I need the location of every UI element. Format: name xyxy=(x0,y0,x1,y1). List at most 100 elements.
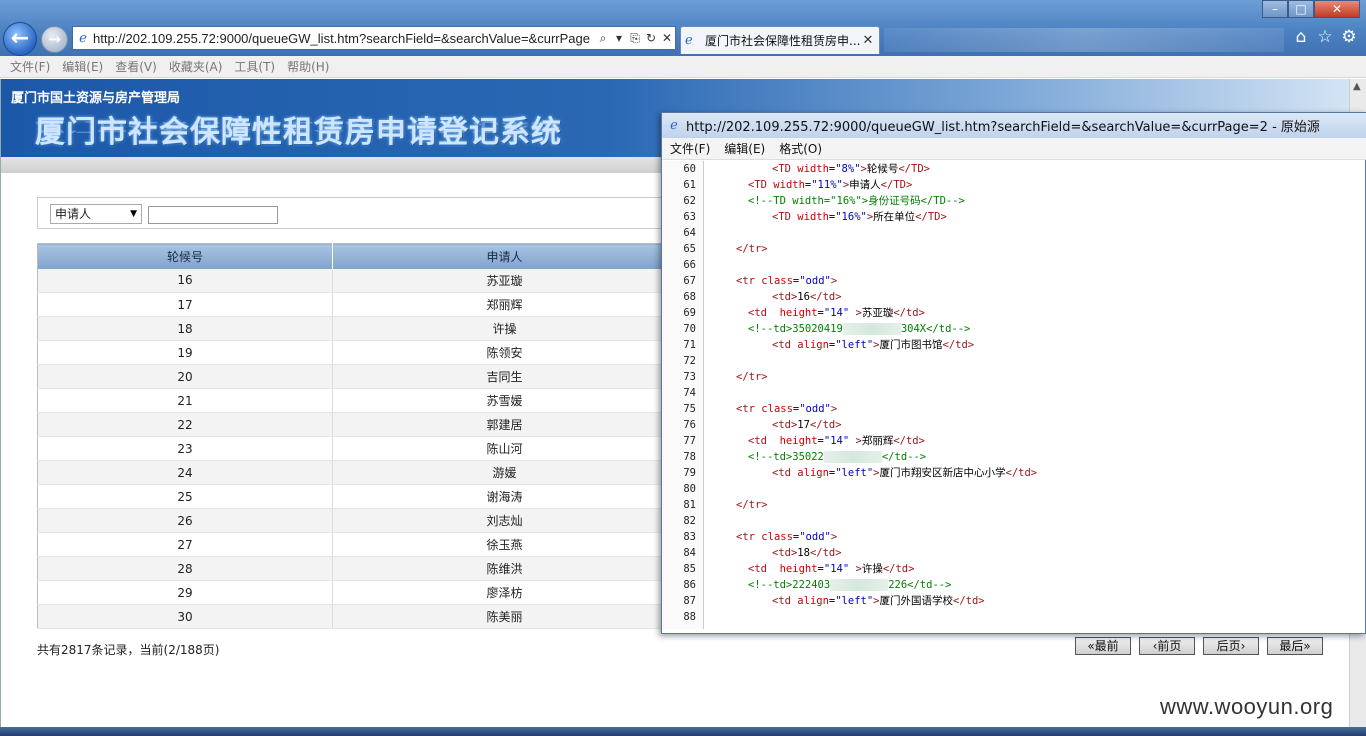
dropdown-arrow-icon[interactable]: ▾ xyxy=(611,31,627,45)
source-menu-format[interactable]: 格式(O) xyxy=(779,140,836,157)
cell-queue-number: 24 xyxy=(37,460,333,485)
code-token: </td> xyxy=(882,563,915,575)
code-token: "8%" xyxy=(835,163,861,175)
cell-queue-number: 17 xyxy=(37,292,333,317)
code-token: "left" xyxy=(835,467,874,479)
code-token: <!--td>35020419 xyxy=(748,323,843,335)
cell-applicant: 廖泽枋 xyxy=(332,580,677,605)
scroll-up-icon[interactable]: ▲ xyxy=(1353,81,1361,92)
table-row: 21 苏雪媛 xyxy=(37,388,677,413)
code-token: 厦门市翔安区新店中心小学 xyxy=(879,467,1006,479)
code-token: align xyxy=(797,467,829,479)
source-window-titlebar[interactable]: ℯ http://202.109.255.72:9000/queueGW_lis… xyxy=(662,113,1366,138)
back-button[interactable]: ← xyxy=(3,22,37,56)
line-number: 60 xyxy=(683,163,696,175)
next-page-button[interactable]: 后页› xyxy=(1203,637,1259,655)
line-number: 75 xyxy=(683,403,696,415)
code-token: <TD xyxy=(772,211,798,223)
search-input[interactable] xyxy=(148,206,278,224)
source-code-view[interactable]: 60 <TD width="8%">轮候号</TD> 61 <TD width="11… xyxy=(662,161,1366,629)
line-code: <!--td>222403 226</td--> xyxy=(748,577,951,593)
last-page-button[interactable]: 最后» xyxy=(1267,637,1323,655)
table-row: 19 陈领安 xyxy=(37,340,677,365)
table-row: 16 苏亚璇 xyxy=(37,268,677,293)
cell-queue-number: 19 xyxy=(37,340,333,365)
home-icon[interactable]: ⌂ xyxy=(1290,27,1312,49)
stop-icon[interactable]: ✕ xyxy=(659,31,675,45)
search-icon[interactable]: ⌕ xyxy=(595,31,611,46)
line-number: 86 xyxy=(683,579,696,591)
code-token: "14" xyxy=(823,563,850,575)
gear-icon[interactable]: ⚙ xyxy=(1338,27,1360,49)
prev-page-button[interactable]: ‹前页 xyxy=(1139,637,1195,655)
source-menu-file[interactable]: 文件(F) xyxy=(670,140,724,157)
last-icon: » xyxy=(1303,639,1311,653)
table-row: 20 吉同生 xyxy=(37,364,677,389)
code-token: width xyxy=(797,211,829,223)
windows-taskbar[interactable] xyxy=(0,727,1366,736)
code-token: <td xyxy=(772,339,798,351)
first-label: 最前 xyxy=(1094,639,1119,653)
code-token: <tr xyxy=(736,403,762,415)
menu-tools[interactable]: 工具(T) xyxy=(228,58,281,75)
cell-queue-number: 29 xyxy=(37,580,333,605)
line-number: 80 xyxy=(683,483,696,495)
line-code: <TD width="11%">申请人</TD> xyxy=(748,177,912,193)
search-field-select[interactable]: 申请人 ▼ xyxy=(50,204,142,224)
code-token: height xyxy=(779,307,818,319)
line-number: 74 xyxy=(683,387,696,399)
address-url[interactable]: http://202.109.255.72:9000/queueGW_list.… xyxy=(93,31,595,46)
redacted-blur xyxy=(842,323,901,335)
address-bar[interactable]: ℯ http://202.109.255.72:9000/queueGW_lis… xyxy=(72,26,676,50)
forward-button[interactable]: → xyxy=(41,26,68,53)
source-line: 80 xyxy=(662,481,1366,497)
menu-help[interactable]: 帮助(H) xyxy=(281,58,335,75)
first-page-button[interactable]: «最前 xyxy=(1075,637,1131,655)
menu-edit[interactable]: 编辑(E) xyxy=(56,58,109,75)
code-token: height xyxy=(779,435,818,447)
next-label: 后页 xyxy=(1216,639,1241,653)
table-row: 24 游媛 xyxy=(37,460,677,485)
source-line: 67 <tr class="odd"> xyxy=(662,273,1366,289)
table-row: 26 刘志灿 xyxy=(37,508,677,533)
source-window-title: http://202.109.255.72:9000/queueGW_list.… xyxy=(686,120,1320,135)
cell-queue-number: 18 xyxy=(37,316,333,341)
line-number: 73 xyxy=(683,371,696,383)
refresh-icon[interactable]: ↻ xyxy=(643,31,659,45)
code-token: align xyxy=(797,339,829,351)
menu-view[interactable]: 查看(V) xyxy=(109,58,163,75)
code-token: width xyxy=(797,163,829,175)
compat-view-icon[interactable]: ⎘ xyxy=(627,31,643,46)
line-number: 69 xyxy=(683,307,696,319)
code-token: <TD xyxy=(748,179,774,191)
code-token: "odd" xyxy=(799,531,831,543)
favorites-star-icon[interactable]: ☆ xyxy=(1314,27,1336,49)
code-token: 18 xyxy=(797,547,810,559)
close-window-button[interactable]: ✕ xyxy=(1314,0,1360,18)
cell-applicant: 陈维洪 xyxy=(332,556,677,581)
line-code: </tr> xyxy=(736,241,768,257)
line-number: 70 xyxy=(683,323,696,335)
tab-active[interactable]: ℯ 厦门市社会保障性租赁房申... ✕ xyxy=(680,26,880,54)
cell-queue-number: 16 xyxy=(37,268,333,293)
first-icon: « xyxy=(1087,639,1095,653)
code-token: </TD> xyxy=(898,163,930,175)
maximize-button[interactable]: □ xyxy=(1288,0,1314,18)
cell-applicant: 郭建居 xyxy=(332,412,677,437)
next-icon: › xyxy=(1240,639,1246,653)
cell-queue-number: 20 xyxy=(37,364,333,389)
code-token: <!--td>222403 xyxy=(748,579,831,591)
menu-favorites[interactable]: 收藏夹(A) xyxy=(163,58,229,75)
tab-close-icon[interactable]: ✕ xyxy=(861,33,875,48)
source-line: 65 </tr> xyxy=(662,241,1366,257)
minimize-button[interactable]: – xyxy=(1262,0,1288,18)
inactive-tabs[interactable] xyxy=(884,28,1284,52)
source-menu-edit[interactable]: 编辑(E) xyxy=(724,140,779,157)
browser-toolbar: ← → ℯ http://202.109.255.72:9000/queueGW… xyxy=(0,0,1366,56)
line-number: 82 xyxy=(683,515,696,527)
line-number: 65 xyxy=(683,243,696,255)
menu-file[interactable]: 文件(F) xyxy=(4,58,56,75)
line-code: <td height="14" >许操</td> xyxy=(748,561,914,577)
code-token: <!--td>35022 xyxy=(748,451,824,463)
line-code: <td>18</td> xyxy=(772,545,842,561)
